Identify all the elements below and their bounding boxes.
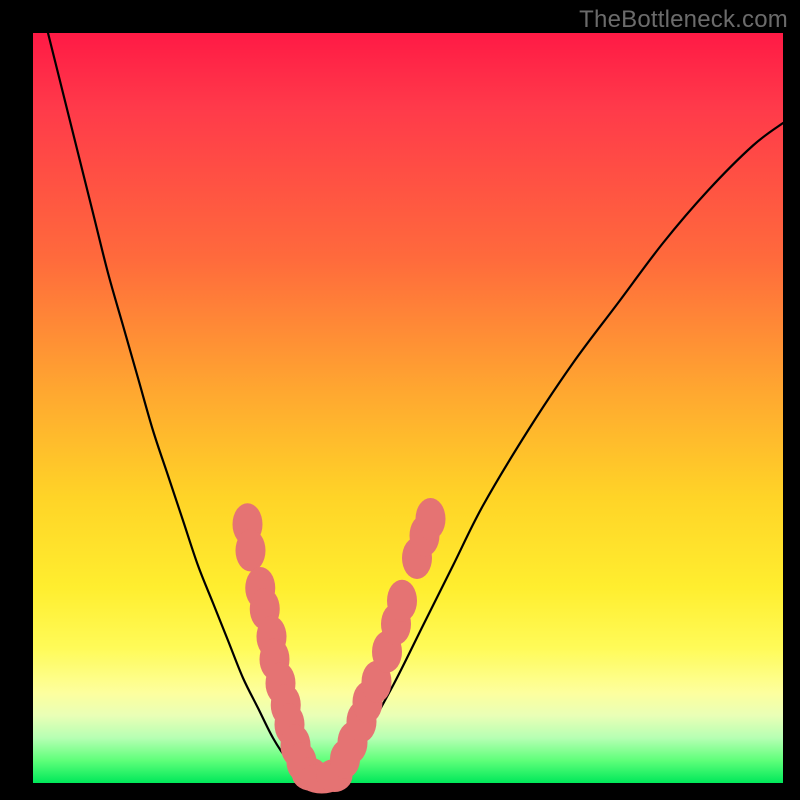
curve-svg	[33, 33, 783, 783]
curve-marker	[387, 580, 417, 622]
curve-marker	[236, 530, 266, 572]
bottleneck-curve	[48, 33, 783, 783]
plot-area	[33, 33, 783, 783]
watermark-text: TheBottleneck.com	[579, 6, 788, 34]
chart-frame: TheBottleneck.com	[0, 0, 800, 800]
curve-marker	[416, 498, 446, 540]
